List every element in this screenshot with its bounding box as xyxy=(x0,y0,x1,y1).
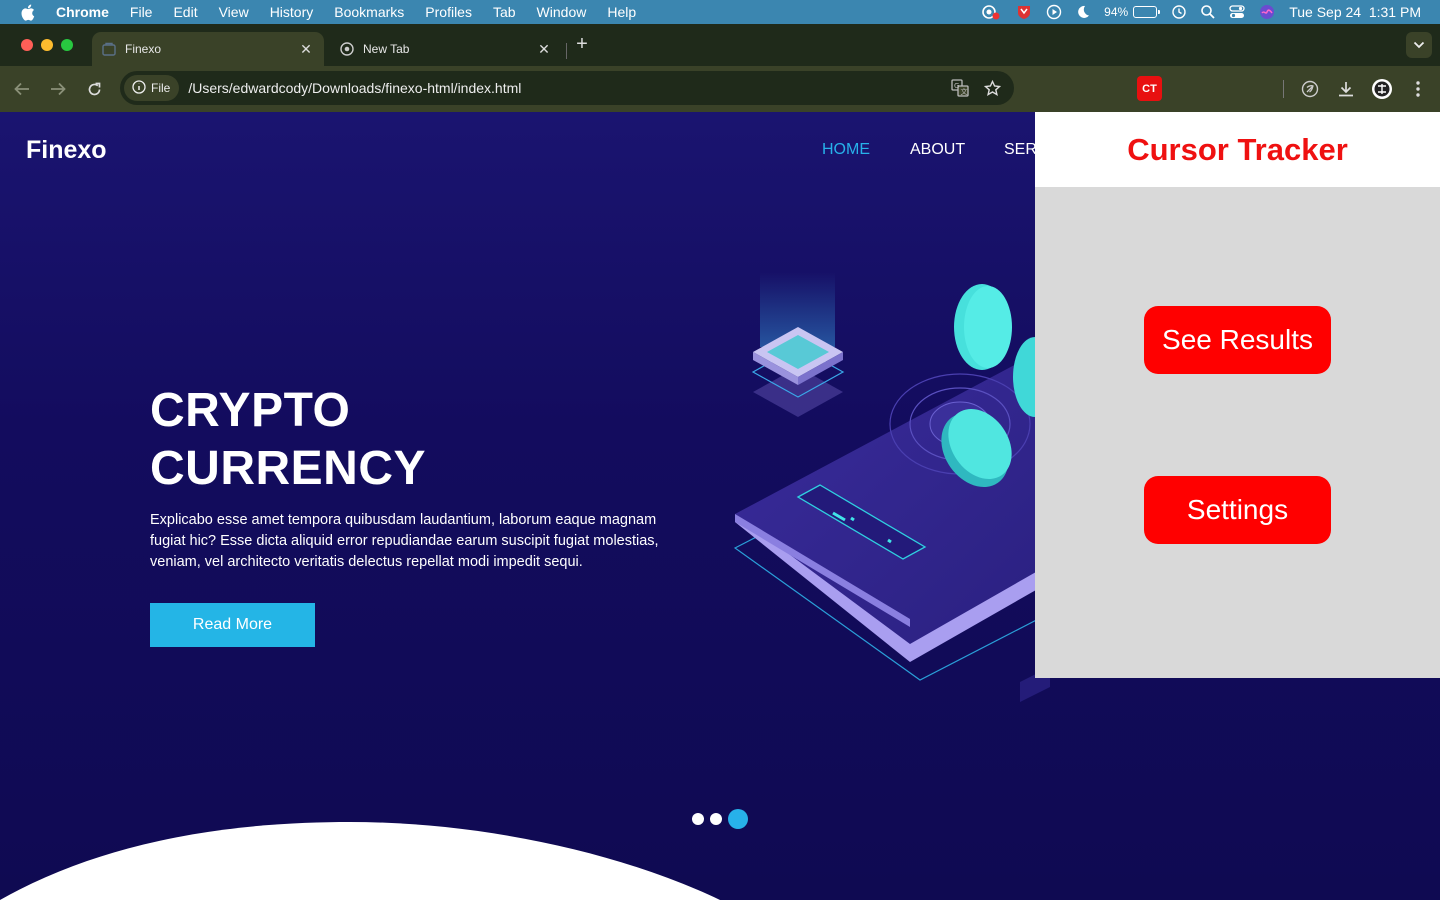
forward-arrow-icon[interactable] xyxy=(48,79,68,99)
address-bar[interactable]: File /Users/edwardcody/Downloads/finexo-… xyxy=(120,71,1014,105)
new-tab-plus-icon[interactable]: + xyxy=(573,34,591,54)
settings-button[interactable]: Settings xyxy=(1144,476,1331,544)
tab-title: Finexo xyxy=(125,42,162,56)
menubar-datetime[interactable]: Tue Sep 24 1:31 PM xyxy=(1289,4,1421,20)
read-more-button[interactable]: Read More xyxy=(150,603,315,647)
battery-icon xyxy=(1133,6,1161,18)
menu-profiles[interactable]: Profiles xyxy=(425,4,472,20)
toolbar-separator xyxy=(1283,80,1284,98)
menu-bookmarks[interactable]: Bookmarks xyxy=(334,4,404,20)
minimize-window-button[interactable] xyxy=(41,39,53,51)
tab-close-icon[interactable]: ✕ xyxy=(536,41,552,57)
tab-separator xyxy=(566,43,567,59)
hero-description: Explicabo esse amet tempora quibusdam la… xyxy=(150,512,659,570)
cursor-tracker-header: Cursor Tracker xyxy=(1035,112,1440,187)
hero-title-line-1: CRYPTO xyxy=(150,384,351,437)
menu-help[interactable]: Help xyxy=(607,4,636,20)
battery-percent: 94% xyxy=(1104,5,1129,19)
time-machine-icon[interactable] xyxy=(1171,4,1187,20)
menu-view[interactable]: View xyxy=(219,4,249,20)
nav-link-about[interactable]: ABOUT xyxy=(910,141,965,159)
nav-link-home[interactable]: HOME xyxy=(822,141,870,159)
menu-file[interactable]: File xyxy=(130,4,153,20)
window-controls xyxy=(21,39,73,51)
site-info-chip[interactable]: File xyxy=(124,75,180,101)
cursor-tracker-title: Cursor Tracker xyxy=(1127,131,1348,167)
menu-tab[interactable]: Tab xyxy=(493,4,516,20)
menu-edit[interactable]: Edit xyxy=(173,4,197,20)
shield-extension-icon[interactable] xyxy=(1016,4,1032,20)
back-arrow-icon[interactable] xyxy=(12,79,32,99)
page-favicon-icon xyxy=(102,42,116,56)
svg-text:文: 文 xyxy=(961,87,968,96)
translate-icon[interactable]: G文 xyxy=(950,78,970,98)
reload-icon[interactable] xyxy=(84,79,104,99)
tab-search-chevron-icon[interactable] xyxy=(1406,32,1432,58)
svg-text:G: G xyxy=(954,82,959,90)
close-window-button[interactable] xyxy=(21,39,33,51)
siri-icon[interactable] xyxy=(1259,4,1275,20)
more-menu-kebab-icon[interactable] xyxy=(1407,78,1429,100)
see-results-button[interactable]: See Results xyxy=(1144,306,1331,374)
apple-icon[interactable] xyxy=(20,4,38,21)
browser-toolbar: File /Users/edwardcody/Downloads/finexo-… xyxy=(0,66,1440,112)
crypto-phone-illustration xyxy=(733,272,1050,702)
hero-title: CRYPTO CURRENCY xyxy=(150,382,426,498)
battery-indicator[interactable]: 94% xyxy=(1104,5,1161,19)
site-logo[interactable]: Finexo xyxy=(26,136,107,165)
url-text[interactable]: /Users/edwardcody/Downloads/finexo-html/… xyxy=(188,80,950,96)
spotlight-search-icon[interactable] xyxy=(1201,5,1215,19)
zoom-window-button[interactable] xyxy=(61,39,73,51)
performance-leaf-icon[interactable] xyxy=(1299,78,1321,100)
moon-icon[interactable] xyxy=(1076,5,1090,19)
hero-title-line-2: CURRENCY xyxy=(150,442,427,495)
cursor-tracker-extension-button[interactable]: CT xyxy=(1137,76,1162,101)
tab-title: New Tab xyxy=(363,42,410,56)
profile-avatar-icon[interactable] xyxy=(1371,78,1393,100)
cloud-sync-icon[interactable] xyxy=(980,4,1002,20)
menu-history[interactable]: History xyxy=(270,4,314,20)
status-area: 94% Tue Sep 24 1:31 PM xyxy=(980,0,1421,24)
cursor-tracker-panel: Cursor Tracker See Results Settings xyxy=(1035,112,1440,678)
control-center-icon[interactable] xyxy=(1229,5,1245,19)
tab-close-icon[interactable]: ✕ xyxy=(298,41,314,57)
play-icon[interactable] xyxy=(1046,4,1062,20)
bookmark-star-icon[interactable] xyxy=(982,78,1002,98)
menu-app-name[interactable]: Chrome xyxy=(56,4,109,20)
browser-tab-strip: Finexo ✕ New Tab ✕ xyxy=(0,24,1440,66)
menu-window[interactable]: Window xyxy=(537,4,587,20)
download-icon[interactable] xyxy=(1335,78,1357,100)
macos-menu-bar: Chrome File Edit View History Bookmarks … xyxy=(0,0,1440,24)
info-icon xyxy=(132,79,146,97)
chrome-favicon-icon xyxy=(340,42,354,56)
tab-finexo[interactable]: Finexo ✕ xyxy=(92,32,324,66)
site-chip-label: File xyxy=(151,81,171,95)
bottom-wave-shape xyxy=(0,822,720,900)
tab-new-tab[interactable]: New Tab ✕ xyxy=(330,32,562,66)
